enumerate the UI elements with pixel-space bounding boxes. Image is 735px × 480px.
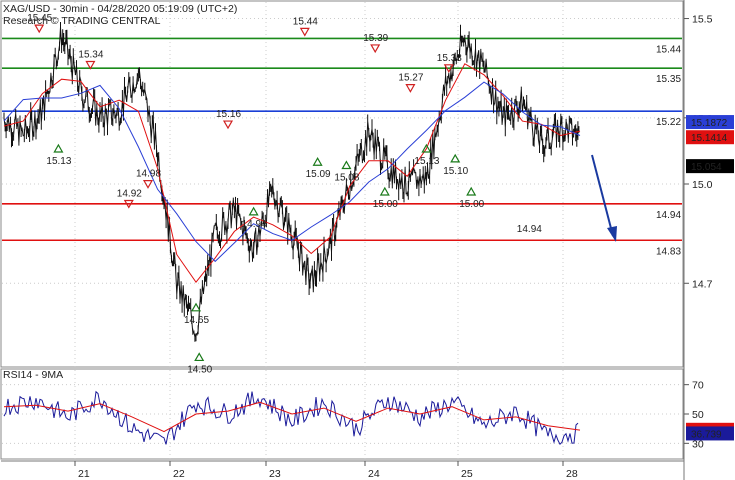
marker-label: 15.00 <box>459 199 484 210</box>
marker-label: 15.27 <box>398 73 423 84</box>
price-tick-label: 15.5 <box>692 14 713 26</box>
rsi-tick-label: 70 <box>692 380 704 392</box>
price-chart: 15.4415.3515.2214.9414.83 15.4515.1315.3… <box>0 0 734 480</box>
price-box-label: 15.054 <box>691 162 722 173</box>
chart-subtitle: Research © TRADING CENTRAL <box>3 15 161 27</box>
price-box-label: 15.1872 <box>691 118 728 129</box>
marker-label: 14.50 <box>187 364 212 375</box>
time-tick-label: 25 <box>461 468 473 480</box>
price-box-label: 15.1414 <box>691 133 728 144</box>
marker-label: 15.09 <box>306 169 331 180</box>
time-tick-label: 28 <box>566 468 578 480</box>
price-tick-label: 14.7 <box>692 278 713 290</box>
time-tick-label: 22 <box>173 468 185 480</box>
marker-label: 14.98 <box>136 169 161 180</box>
time-tick-label: 24 <box>368 468 380 480</box>
rsi-tick-label: 50 <box>692 409 704 421</box>
price-tick-label: 15.0 <box>692 179 713 191</box>
chart-title: XAG/USD - 30min - 04/28/2020 05:19:09 (U… <box>3 3 237 15</box>
marker-label: 14.92 <box>117 188 142 199</box>
marker-label: 15.08 <box>334 173 359 184</box>
level-label: 15.44 <box>656 44 681 55</box>
marker-label: 15.13 <box>414 156 439 167</box>
time-tick-label: 23 <box>269 468 281 480</box>
level-label: 14.83 <box>656 246 681 257</box>
marker-label: 15.16 <box>216 109 241 120</box>
marker-label: 15.34 <box>78 49 103 60</box>
rsi-title: RSI14 - 9MA <box>3 369 63 381</box>
level-label: 14.94 <box>656 210 681 221</box>
rsi-box-label: 36.739 <box>691 429 722 440</box>
marker-label: 14.94 <box>242 219 267 230</box>
level-label: 15.22 <box>656 117 681 128</box>
marker-label: 15.33 <box>437 53 462 64</box>
marker-label: 15.39 <box>363 33 388 44</box>
marker-label: 15.44 <box>293 16 318 27</box>
marker-label: 15.13 <box>46 156 71 167</box>
marker-label: 14.65 <box>184 315 209 326</box>
target-label: 14.94 <box>517 224 542 235</box>
time-tick-label: 21 <box>78 468 90 480</box>
marker-label: 15.00 <box>373 199 398 210</box>
marker-label: 15.10 <box>443 166 468 177</box>
level-label: 15.35 <box>656 74 681 85</box>
